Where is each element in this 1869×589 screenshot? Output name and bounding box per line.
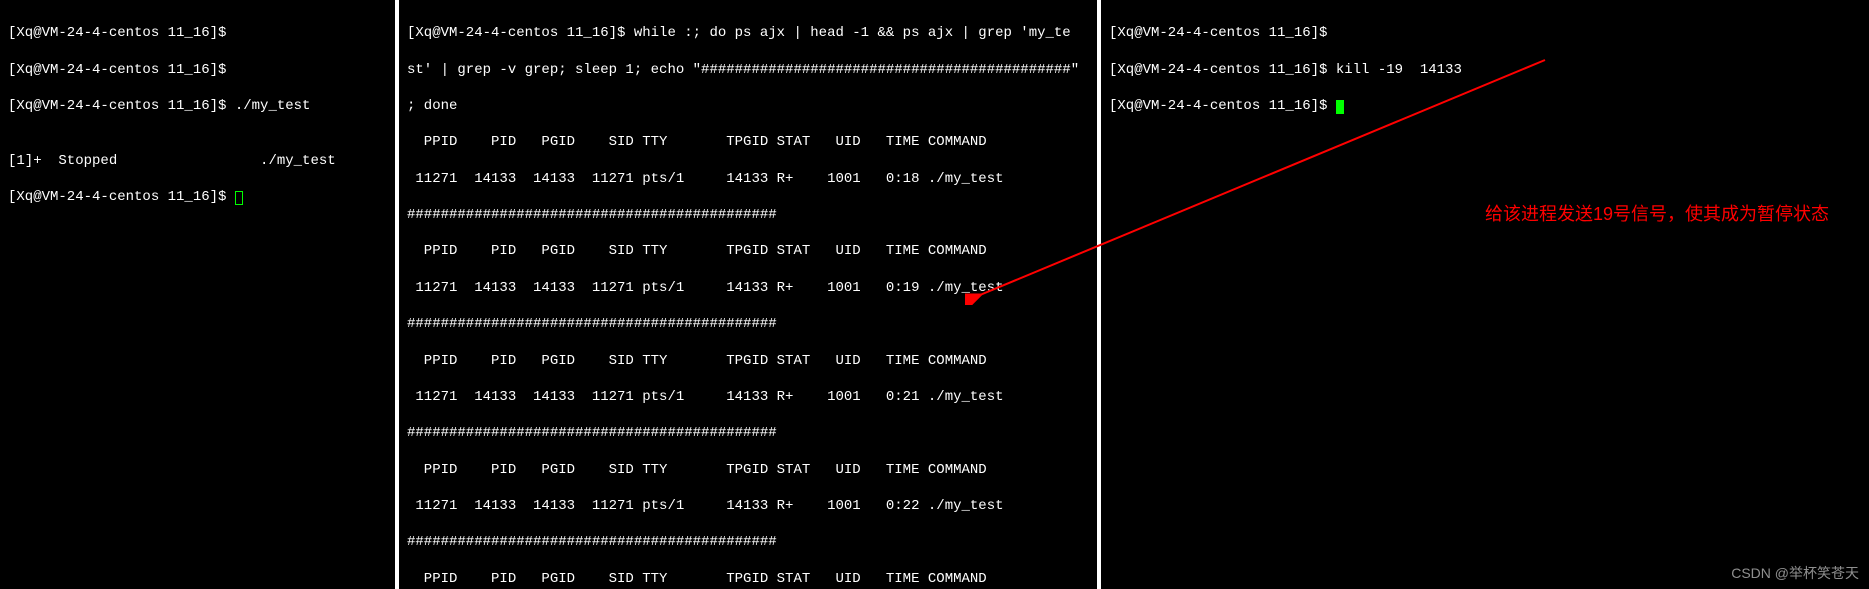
command-line: ; done bbox=[407, 97, 1089, 115]
command-line: [Xq@VM-24-4-centos 11_16]$ ./my_test bbox=[8, 97, 387, 115]
prompt-line: [Xq@VM-24-4-centos 11_16]$ bbox=[8, 61, 387, 79]
prompt-line: [Xq@VM-24-4-centos 11_16]$ bbox=[8, 188, 387, 206]
ps-row: 11271 14133 14133 11271 pts/1 14133 R+ 1… bbox=[407, 170, 1089, 188]
ps-row: 11271 14133 14133 11271 pts/1 14133 R+ 1… bbox=[407, 279, 1089, 297]
terminal-right[interactable]: [Xq@VM-24-4-centos 11_16]$ [Xq@VM-24-4-c… bbox=[1101, 0, 1869, 589]
ps-header: PPID PID PGID SID TTY TPGID STAT UID TIM… bbox=[407, 570, 1089, 588]
terminal-middle[interactable]: [Xq@VM-24-4-centos 11_16]$ while :; do p… bbox=[399, 0, 1097, 589]
ps-header: PPID PID PGID SID TTY TPGID STAT UID TIM… bbox=[407, 352, 1089, 370]
command-line: [Xq@VM-24-4-centos 11_16]$ kill -19 1413… bbox=[1109, 61, 1861, 79]
watermark: CSDN @举杯笑苍天 bbox=[1731, 563, 1859, 583]
terminal-left[interactable]: [Xq@VM-24-4-centos 11_16]$ [Xq@VM-24-4-c… bbox=[0, 0, 395, 589]
ps-header: PPID PID PGID SID TTY TPGID STAT UID TIM… bbox=[407, 461, 1089, 479]
prompt-line: [Xq@VM-24-4-centos 11_16]$ bbox=[1109, 24, 1861, 42]
divider-line: ########################################… bbox=[407, 424, 1089, 442]
prompt-line: [Xq@VM-24-4-centos 11_16]$ bbox=[8, 24, 387, 42]
cursor-icon bbox=[1336, 100, 1344, 114]
divider-line: ########################################… bbox=[407, 206, 1089, 224]
cursor-icon bbox=[235, 191, 243, 205]
stopped-line: [1]+ Stopped ./my_test bbox=[8, 152, 387, 170]
divider-line: ########################################… bbox=[407, 533, 1089, 551]
annotation-text: 给该进程发送19号信号，使其成为暂停状态 bbox=[1485, 200, 1829, 226]
ps-header: PPID PID PGID SID TTY TPGID STAT UID TIM… bbox=[407, 242, 1089, 260]
divider-line: ########################################… bbox=[407, 315, 1089, 333]
command-line: [Xq@VM-24-4-centos 11_16]$ while :; do p… bbox=[407, 24, 1089, 42]
command-line: st' | grep -v grep; sleep 1; echo "#####… bbox=[407, 61, 1089, 79]
ps-row: 11271 14133 14133 11271 pts/1 14133 R+ 1… bbox=[407, 497, 1089, 515]
ps-row: 11271 14133 14133 11271 pts/1 14133 R+ 1… bbox=[407, 388, 1089, 406]
ps-header: PPID PID PGID SID TTY TPGID STAT UID TIM… bbox=[407, 133, 1089, 151]
prompt-line: [Xq@VM-24-4-centos 11_16]$ bbox=[1109, 97, 1861, 115]
